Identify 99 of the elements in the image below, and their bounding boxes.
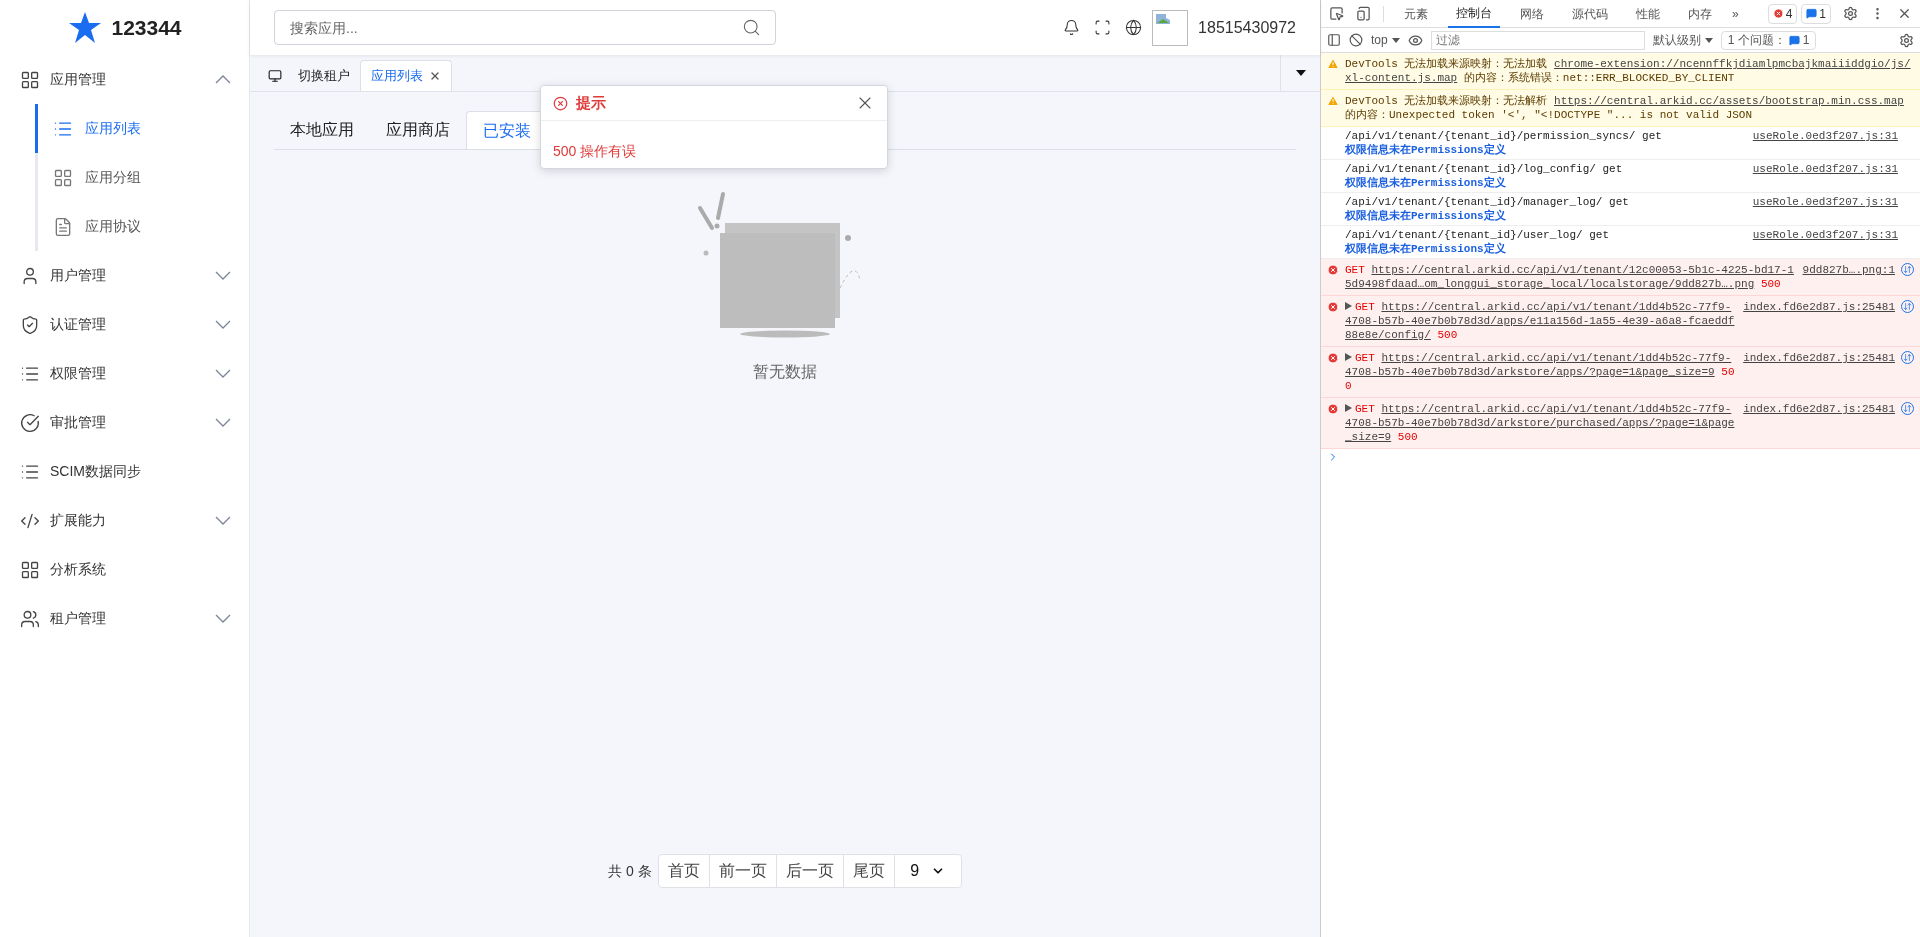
message-icon	[1806, 8, 1818, 19]
sidebar-item[interactable]: 权限管理	[0, 349, 249, 398]
log-subtext: 权限信息未在Permissions定义	[1345, 209, 1507, 223]
error-icon	[1327, 352, 1339, 364]
shield-check-icon	[20, 314, 40, 335]
bell-icon[interactable]	[1063, 19, 1081, 36]
content-tab[interactable]: 本地应用	[274, 111, 370, 149]
more-tabs[interactable]: »	[1732, 4, 1739, 23]
issues-button[interactable]: 1 个问题： 1	[1720, 30, 1817, 50]
log-subtext: 权限信息未在Permissions定义	[1345, 176, 1507, 190]
network-icon[interactable]	[1901, 263, 1914, 276]
source-link[interactable]: useRole.0ed3f207.js:31	[1752, 228, 1898, 256]
error-icon	[1327, 264, 1339, 276]
users-icon	[20, 608, 40, 629]
sidebar-subitem[interactable]: 应用分组	[35, 153, 249, 202]
grid-icon	[53, 167, 73, 188]
error-counter[interactable]: 4	[1767, 3, 1798, 24]
sidebar-item[interactable]: 认证管理	[0, 300, 249, 349]
expand-triangle-icon[interactable]	[1345, 353, 1352, 361]
warning-icon	[1327, 58, 1339, 70]
device-icon[interactable]	[1356, 6, 1371, 21]
network-icon[interactable]	[1901, 351, 1914, 364]
close-icon[interactable]	[429, 70, 441, 82]
devtools-tab[interactable]: 内存	[1680, 0, 1720, 28]
source-link[interactable]: index.fd6e2d87.js:25481	[1743, 351, 1895, 393]
warning-message: DevTools 无法加载来源映射：无法解析 https://central.arkid.cc/assets/bootstrap.min.css.map 的内容：Unexpected token '<', "<!DOCTYPE "... is not valid JSON	[1345, 94, 1905, 122]
page-tab[interactable]: 应用列表	[360, 60, 452, 91]
source-link[interactable]: index.fd6e2d87.js:25481	[1743, 402, 1895, 444]
error-icon	[553, 95, 568, 111]
sidebar-item[interactable]: 分析系统	[0, 545, 249, 594]
broken-image-icon	[1152, 9, 1189, 46]
devtools-tab[interactable]: 控制台	[1448, 0, 1500, 28]
source-link[interactable]: useRole.0ed3f207.js:31	[1752, 162, 1898, 190]
warning-message: DevTools 无法加载来源映射：无法加载 chrome-extension://ncennffkjdiamlpmcbajkmaiiiddgio/js/xl-content.js.map 的内容：系统错误：net::ERR_BLOCKED_BY_CLIENT	[1345, 57, 1912, 85]
log-text: /api/v1/tenant/{tenant_id}/permission_syncs/ get	[1345, 129, 1663, 143]
request-message: GET https://central.arkid.cc/api/v1/tenant/12c00053-5b1c-4225-bd17-15d9498fdaad…om_longgui_storage_local/localstorage/9dd827b….png 500	[1345, 263, 1795, 291]
close-icon[interactable]	[1897, 6, 1912, 21]
dialog-message: 500 操作有误	[552, 142, 638, 161]
sidebar-item[interactable]: 应用管理	[0, 55, 249, 104]
settings-icon[interactable]	[1899, 32, 1914, 48]
empty-text: 暂无数据	[753, 362, 817, 382]
page-tab[interactable]: 切换租户	[258, 60, 360, 91]
request-message: GET https://central.arkid.cc/api/v1/tenant/1dd4b52c-77f9-4708-b57b-40e7b0b78d3d/arkstore/apps/?page=1&page_size=9 500	[1345, 351, 1736, 393]
filter-field[interactable]: 过滤	[1430, 30, 1645, 50]
caret-icon	[1295, 70, 1306, 76]
log-subtext: 权限信息未在Permissions定义	[1345, 143, 1507, 157]
document-icon	[53, 216, 73, 237]
globe-icon[interactable]	[1125, 19, 1143, 36]
sidebar-item[interactable]: 用户管理	[0, 251, 249, 300]
grid-icon	[20, 559, 40, 580]
settings-icon[interactable]	[1843, 6, 1858, 21]
network-icon[interactable]	[1901, 402, 1914, 415]
source-link[interactable]: index.fd6e2d87.js:25481	[1743, 300, 1895, 342]
user-phone[interactable]: 18515430972	[1198, 15, 1296, 40]
log-text: /api/v1/tenant/{tenant_id}/log_config/ get	[1345, 162, 1624, 176]
warning-icon	[1327, 95, 1339, 107]
sidebar-toggle-icon[interactable]	[1327, 33, 1341, 47]
error-icon	[1327, 403, 1339, 415]
log-text: /api/v1/tenant/{tenant_id}/manager_log/ get	[1345, 195, 1630, 209]
search-field[interactable]: 搜索应用...	[274, 10, 776, 45]
devtools-tab[interactable]: 元素	[1396, 0, 1436, 28]
dialog-title: 提示	[576, 92, 607, 113]
brand-name: 123344	[111, 14, 182, 41]
sidebar-item[interactable]: 审批管理	[0, 398, 249, 447]
search-icon[interactable]	[742, 18, 761, 37]
error-icon	[1327, 301, 1339, 313]
sidebar-subitem[interactable]: 应用协议	[35, 202, 249, 251]
grid-icon	[20, 69, 40, 90]
caret-icon	[1391, 37, 1400, 43]
level-select[interactable]: 默认级别	[1652, 31, 1713, 49]
source-link[interactable]: 9dd827b….png:1	[1802, 263, 1895, 291]
eye-icon[interactable]	[1407, 32, 1423, 48]
caret-icon	[1704, 37, 1713, 43]
content-tab[interactable]: 应用商店	[370, 111, 466, 149]
sidebar-item[interactable]: 扩展能力	[0, 496, 249, 545]
sidebar-item[interactable]: 租户管理	[0, 594, 249, 643]
inspect-icon[interactable]	[1329, 6, 1344, 21]
message-counter[interactable]: 1	[1801, 3, 1831, 24]
context-select[interactable]: top	[1371, 31, 1400, 49]
devtools-tab[interactable]: 网络	[1512, 0, 1552, 28]
sidebar-item[interactable]: SCIM数据同步	[0, 447, 249, 496]
log-subtext: 权限信息未在Permissions定义	[1345, 242, 1507, 256]
request-message: GET https://central.arkid.cc/api/v1/tenant/1dd4b52c-77f9-4708-b57b-40e7b0b78d3d/apps/e11a156d-1a55-4e39-a6a8-fcaeddf88e8e/config/ 500	[1345, 300, 1736, 342]
clear-icon[interactable]	[1349, 33, 1363, 47]
devtools-tab[interactable]: 性能	[1628, 0, 1668, 28]
message-icon	[1788, 34, 1800, 46]
fullscreen-icon[interactable]	[1094, 19, 1112, 36]
log-text: /api/v1/tenant/{tenant_id}/user_log/ get	[1345, 228, 1611, 242]
source-link[interactable]: useRole.0ed3f207.js:31	[1752, 195, 1898, 223]
network-icon[interactable]	[1901, 300, 1914, 313]
total-count: 共 0 条	[608, 861, 652, 881]
check-circle-icon	[20, 412, 40, 433]
devtools-tab[interactable]: 源代码	[1564, 0, 1616, 28]
monitor-icon	[268, 68, 282, 83]
request-message: GET https://central.arkid.cc/api/v1/tenant/1dd4b52c-77f9-4708-b57b-40e7b0b78d3d/arkstore/purchased/apps/?page=1&page_size=9 500	[1345, 402, 1736, 444]
expand-triangle-icon[interactable]	[1345, 302, 1352, 310]
expand-triangle-icon[interactable]	[1345, 404, 1352, 412]
source-link[interactable]: useRole.0ed3f207.js:31	[1752, 129, 1898, 157]
error-icon	[1772, 8, 1784, 19]
